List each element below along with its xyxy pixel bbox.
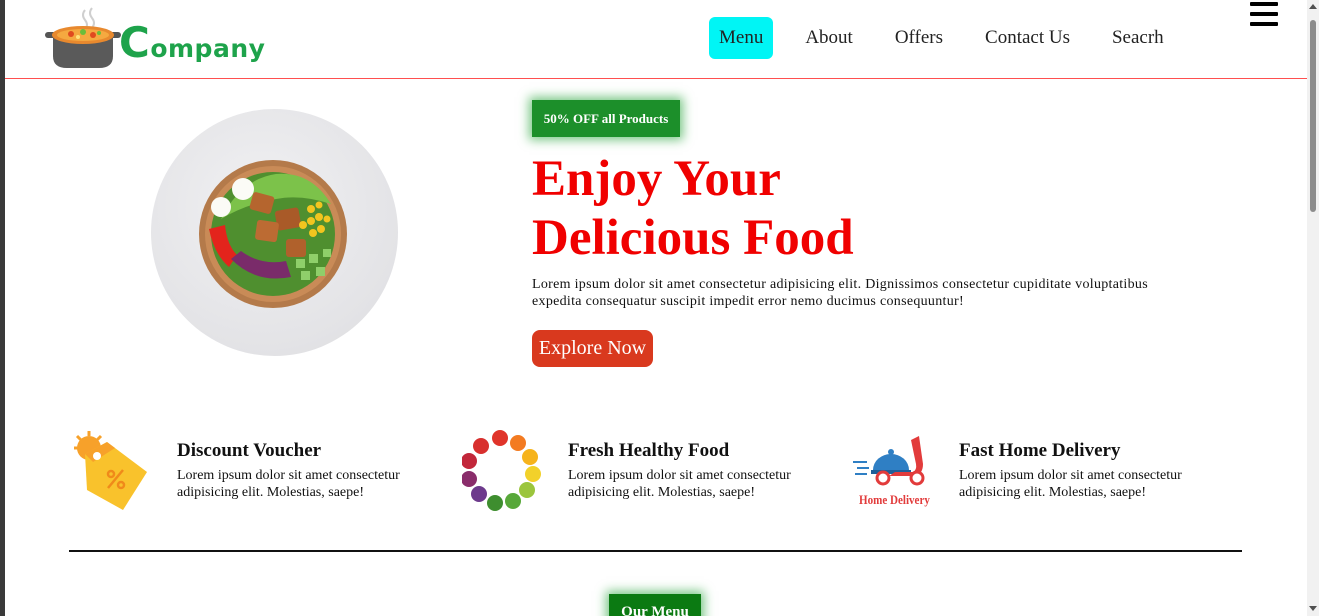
nav-search[interactable]: Seacrh [1102,17,1174,59]
feature-fresh-healthy-food: Fresh Healthy Food Lorem ipsum dolor sit… [462,428,842,518]
nav-menu[interactable]: Menu [709,17,774,59]
vertical-scrollbar[interactable] [1307,0,1319,616]
our-menu-heading: Our Menu [609,594,701,616]
soup-pot-icon [45,7,121,68]
home-delivery-caption: Home Delivery [859,492,930,507]
section-divider [69,550,1242,552]
scroll-down-arrow-icon[interactable] [1309,606,1317,611]
scrollbar-thumb[interactable] [1310,20,1316,212]
company-logo[interactable]: Company [45,4,285,70]
feature-fast-home-delivery: Home Delivery Fast Home Delivery Lorem i… [853,428,1233,518]
company-wordmark: Company [119,18,266,67]
explore-now-button[interactable]: Explore Now [532,330,653,367]
page: Company Menu About Offers Contact Us Sea… [5,0,1307,616]
nav-offers[interactable]: Offers [885,17,953,59]
salad-bowl-image [151,109,398,356]
site-header: Company Menu About Offers Contact Us Sea… [5,0,1307,79]
hero-description: Lorem ipsum dolor sit amet consectetur a… [532,277,1148,309]
feature-description: Lorem ipsum dolor sit amet consectetur a… [959,468,1182,500]
hamburger-icon[interactable] [1250,2,1278,26]
discount-tag-icon [74,431,147,510]
feature-title: Discount Voucher [177,440,322,461]
main-nav: Menu About Offers Contact Us Seacrh [709,17,1196,59]
nav-about[interactable]: About [795,17,863,59]
feature-title: Fast Home Delivery [959,440,1121,461]
feature-description: Lorem ipsum dolor sit amet consectetur a… [568,468,791,500]
discount-badge: 50% OFF all Products [532,100,680,137]
fresh-food-wreath-icon [462,430,541,511]
feature-title: Fresh Healthy Food [568,440,730,461]
scroll-up-arrow-icon[interactable] [1309,4,1317,9]
feature-description: Lorem ipsum dolor sit amet consectetur a… [177,468,400,500]
feature-discount-voucher: Discount Voucher Lorem ipsum dolor sit a… [71,428,451,518]
nav-contact-us[interactable]: Contact Us [975,17,1080,59]
hero-title: Enjoy Your Delicious Food [532,151,854,266]
